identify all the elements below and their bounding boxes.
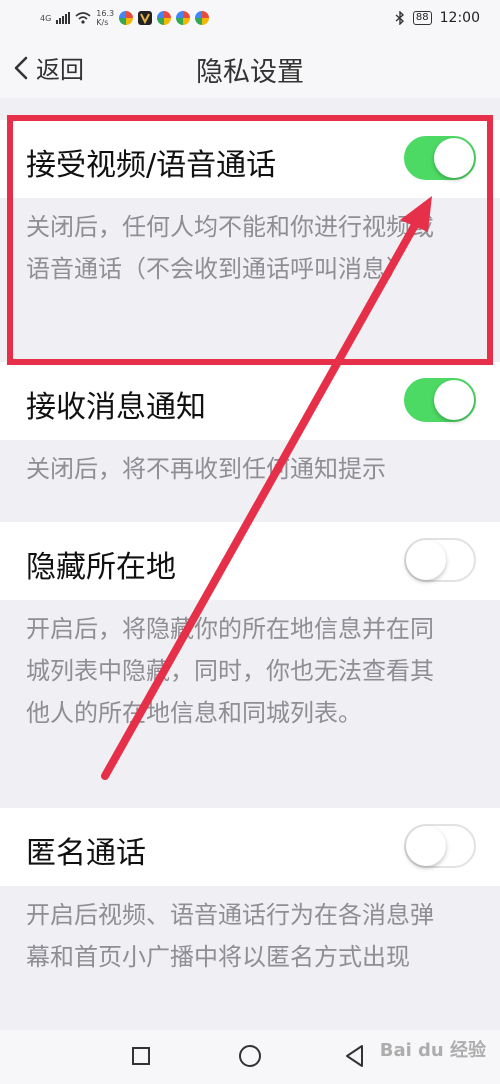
hide-location-toggle[interactable] bbox=[404, 538, 476, 582]
status-right: 88 12:00 bbox=[395, 10, 480, 26]
setting-label: 隐藏所在地 bbox=[26, 550, 176, 585]
recent-apps-button[interactable] bbox=[132, 1047, 150, 1065]
status-bar: 4G 16.3 K/s 88 12:00 bbox=[0, 0, 500, 36]
chevron-left-icon bbox=[14, 56, 28, 79]
speed-value: 16.3 bbox=[96, 9, 115, 18]
app-notification-icon bbox=[119, 11, 134, 25]
speed-unit: K/s bbox=[96, 18, 109, 27]
setting-description: 开启后视频、语音通话行为在各消息弹幕和首页小广播中将以匿名方式出现 bbox=[26, 901, 434, 971]
setting-label: 匿名通话 bbox=[26, 836, 146, 871]
toggle-knob bbox=[434, 380, 474, 420]
setting-row-message-notification: 接收消息通知 bbox=[0, 362, 500, 440]
app-notification-icon bbox=[138, 11, 153, 25]
app-notification-icon bbox=[157, 11, 172, 25]
message-notification-toggle[interactable] bbox=[404, 378, 476, 422]
setting-label: 接收消息通知 bbox=[26, 390, 206, 425]
network-type: 4G bbox=[40, 13, 52, 23]
app-notification-icon bbox=[195, 11, 210, 25]
status-left: 4G 16.3 K/s bbox=[40, 9, 210, 27]
home-button[interactable] bbox=[239, 1045, 261, 1067]
back-label: 返回 bbox=[36, 56, 84, 84]
highlight-box bbox=[7, 115, 493, 365]
wifi-icon bbox=[75, 12, 91, 24]
bluetooth-icon bbox=[395, 11, 404, 25]
toggle-knob bbox=[406, 540, 446, 580]
signal-icon bbox=[56, 12, 71, 24]
setting-row-anonymous-call: 匿名通话 bbox=[0, 808, 500, 886]
setting-row-hide-location: 隐藏所在地 bbox=[0, 522, 500, 600]
app-notification-icon bbox=[176, 11, 191, 25]
toggle-knob bbox=[406, 826, 446, 866]
setting-description: 关闭后，将不再收到任何通知提示 bbox=[26, 455, 386, 483]
clock: 12:00 bbox=[439, 10, 480, 26]
anonymous-call-toggle[interactable] bbox=[404, 824, 476, 868]
back-button[interactable]: 返回 bbox=[12, 50, 84, 85]
nav-header: 返回 隐私设置 bbox=[0, 36, 500, 98]
setting-description: 开启后，将隐藏你的所在地信息并在同城列表中隐藏，同时，你也无法查看其他人的所在地… bbox=[26, 615, 434, 727]
watermark: Bai du 经验 bbox=[379, 1040, 486, 1061]
battery-indicator: 88 bbox=[412, 11, 432, 25]
network-speed: 16.3 K/s bbox=[96, 9, 114, 27]
back-triangle-icon[interactable] bbox=[344, 1044, 366, 1068]
